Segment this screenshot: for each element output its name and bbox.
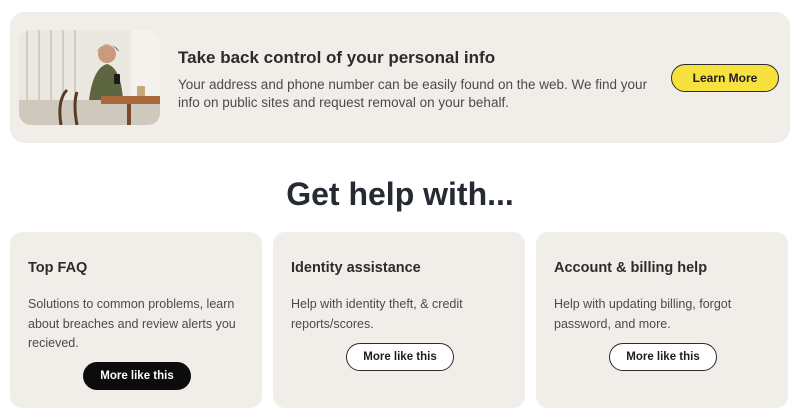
learn-more-button[interactable]: Learn More	[671, 64, 779, 92]
card-title: Account & billing help	[554, 260, 708, 276]
card-title: Top FAQ	[28, 260, 88, 276]
card-description: Solutions to common problems, learn abou…	[28, 297, 236, 350]
more-like-this-button[interactable]: More like this	[346, 343, 454, 371]
card-title: Identity assistance	[291, 260, 421, 276]
banner-description: Your address and phone number can be eas…	[178, 77, 648, 110]
woman-using-phone-photo	[19, 30, 160, 125]
more-like-this-button[interactable]: More like this	[609, 343, 717, 371]
section-heading: Get help with...	[286, 176, 514, 212]
promo-banner: Take back control of your personal info …	[10, 12, 790, 143]
card-description: Help with updating billing, forgot passw…	[554, 297, 732, 331]
banner-title: Take back control of your personal info	[178, 48, 496, 67]
card-description: Help with identity theft, & credit repor…	[291, 297, 463, 331]
top-faq-card: Top FAQ Solutions to common problems, le…	[10, 232, 262, 408]
more-like-this-button[interactable]: More like this	[83, 362, 191, 390]
account-billing-card: Account & billing help Help with updatin…	[536, 232, 788, 408]
identity-assistance-card: Identity assistance Help with identity t…	[273, 232, 525, 408]
